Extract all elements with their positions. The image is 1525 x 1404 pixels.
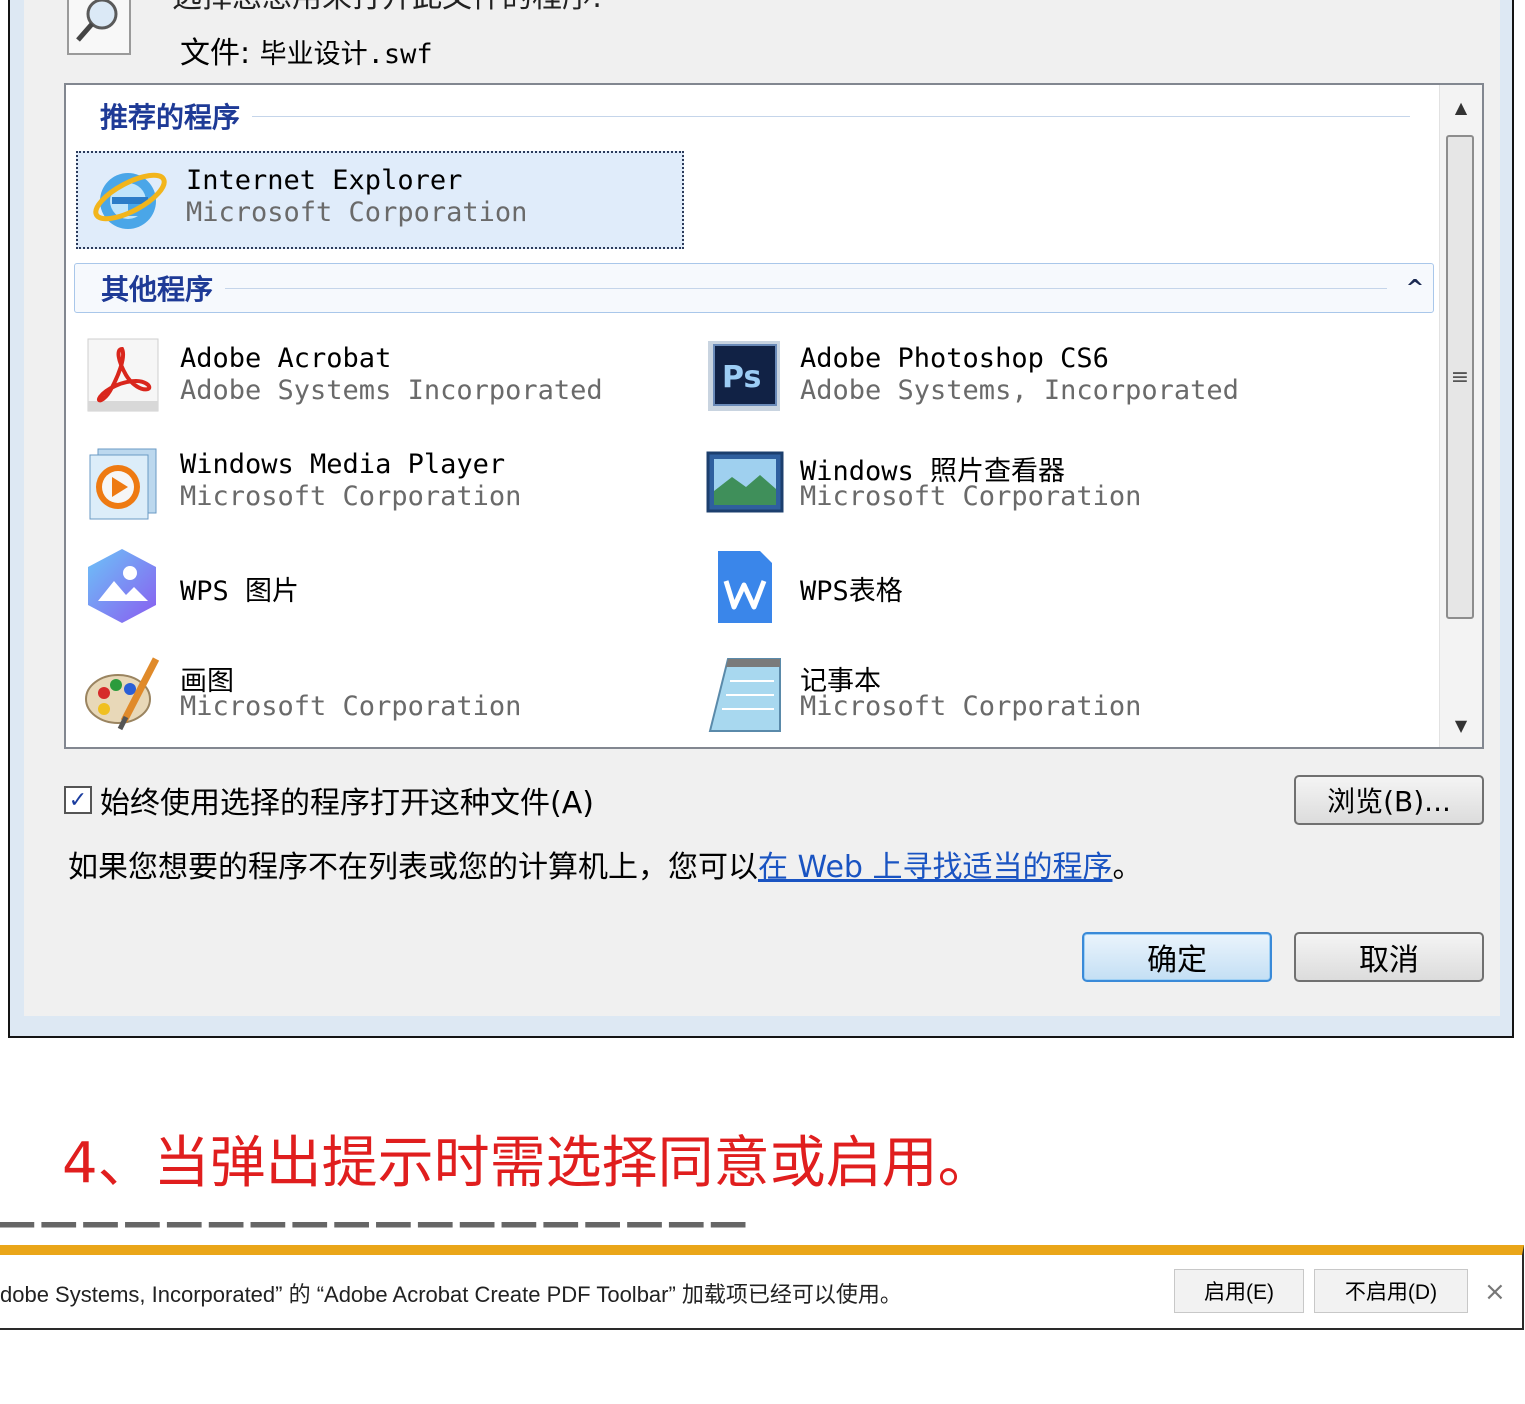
addon-notification-bar: dobe Systems, Incorporated” 的 “Adobe Acr… [0, 1245, 1524, 1330]
media-player-icon [82, 441, 164, 523]
group-divider [225, 287, 1387, 289]
chevron-up-icon[interactable]: ^ [1397, 276, 1433, 301]
program-wps-pictures[interactable]: WPS 图片 [72, 541, 672, 629]
program-company: Microsoft Corporation [186, 197, 528, 228]
photoshop-icon: Ps [702, 335, 784, 417]
close-icon[interactable]: × [1484, 1277, 1506, 1307]
always-use-option[interactable]: ✓ 始终使用选择的程序打开这种文件(A) [64, 778, 594, 822]
scroll-up-arrow-icon[interactable]: ▲ [1440, 87, 1482, 127]
program-windows-media-player[interactable]: Windows Media Player Microsoft Corporati… [72, 437, 672, 525]
program-company: Adobe Systems Incorporated [180, 375, 603, 406]
paint-icon [82, 651, 164, 733]
hint-text: 如果您想要的程序不在列表或您的计算机上，您可以 [68, 850, 758, 885]
program-internet-explorer[interactable]: Internet Explorer Microsoft Corporation [76, 151, 684, 249]
svg-text:Ps: Ps [722, 360, 761, 395]
program-company: Microsoft Corporation [180, 481, 522, 512]
program-adobe-acrobat[interactable]: Adobe Acrobat Adobe Systems Incorporated [72, 331, 672, 419]
adobe-acrobat-icon [82, 335, 164, 417]
program-name: WPS 图片 [180, 576, 300, 607]
scroll-down-arrow-icon[interactable]: ▼ [1440, 705, 1482, 745]
cropped-text-fragment: ▔▔▔▔▔▔▔▔▔▔▔▔▔▔▔▔▔▔ [0, 1222, 753, 1246]
always-use-checkbox[interactable]: ✓ [64, 786, 92, 814]
program-name: Adobe Acrobat [180, 343, 392, 374]
open-with-dialog: 选择您想用来打开此文件的程序: 文件: 毕业设计.swf 推荐的程序 Inter… [8, 0, 1514, 1038]
notepad-icon [702, 651, 784, 733]
program-name: Adobe Photoshop CS6 [800, 343, 1109, 374]
recommended-group-title: 推荐的程序 [100, 101, 241, 134]
program-name: WPS表格 [800, 576, 903, 607]
program-list: 推荐的程序 Internet Explorer Microsoft Corpor… [64, 83, 1484, 749]
program-company: Microsoft Corporation [180, 691, 522, 722]
program-notepad[interactable]: 记事本 Microsoft Corporation [692, 647, 1392, 735]
program-windows-photo-viewer[interactable]: Windows 照片查看器 Microsoft Corporation [692, 437, 1392, 525]
dialog-prompt: 选择您想用来打开此文件的程序: [172, 0, 602, 16]
photo-viewer-icon [702, 441, 784, 523]
program-name: Windows Media Player [180, 449, 506, 480]
recommended-group-header: 推荐的程序 [74, 91, 1410, 141]
program-name: Internet Explorer [186, 165, 463, 196]
scrollbar-thumb[interactable]: ≡ [1446, 135, 1474, 619]
web-search-link[interactable]: 在 Web 上寻找适当的程序 [758, 850, 1112, 885]
program-wps-spreadsheet[interactable]: WPS表格 [692, 541, 1392, 629]
step-instruction: 4、当弹出提示时需选择同意或启用。 [62, 1131, 994, 1196]
hint-end: 。 [1112, 850, 1143, 885]
wps-pictures-icon [82, 545, 164, 627]
always-use-label: 始终使用选择的程序打开这种文件(A) [100, 786, 594, 821]
file-name: 毕业设计.swf [259, 39, 433, 70]
notification-message: dobe Systems, Incorporated” 的 “Adobe Acr… [0, 1282, 902, 1307]
enable-button[interactable]: 启用(E) [1174, 1269, 1304, 1313]
disable-button[interactable]: 不启用(D) [1314, 1269, 1468, 1313]
ok-button[interactable]: 确定 [1082, 932, 1272, 982]
program-company: Microsoft Corporation [800, 691, 1142, 722]
program-company: Adobe Systems, Incorporated [800, 375, 1239, 406]
cancel-button[interactable]: 取消 [1294, 932, 1484, 982]
program-company: Microsoft Corporation [800, 481, 1142, 512]
group-divider [252, 115, 1410, 117]
other-group-title: 其他程序 [101, 273, 214, 306]
web-search-hint: 如果您想要的程序不在列表或您的计算机上，您可以在 Web 上寻找适当的程序。 [68, 842, 1142, 886]
file-line: 文件: 毕业设计.swf [180, 28, 433, 72]
program-adobe-photoshop[interactable]: Ps Adobe Photoshop CS6 Adobe Systems, In… [692, 331, 1392, 419]
internet-explorer-icon [88, 157, 170, 239]
file-label: 文件: [180, 36, 251, 71]
browse-button[interactable]: 浏览(B)... [1294, 775, 1484, 825]
list-scrollbar[interactable]: ▲ ≡ ▼ [1439, 85, 1482, 747]
magnifier-icon [62, 0, 136, 55]
other-group-header[interactable]: 其他程序 ^ [74, 263, 1434, 313]
wps-spreadsheet-icon [702, 545, 784, 627]
program-paint[interactable]: 画图 Microsoft Corporation [72, 647, 672, 735]
